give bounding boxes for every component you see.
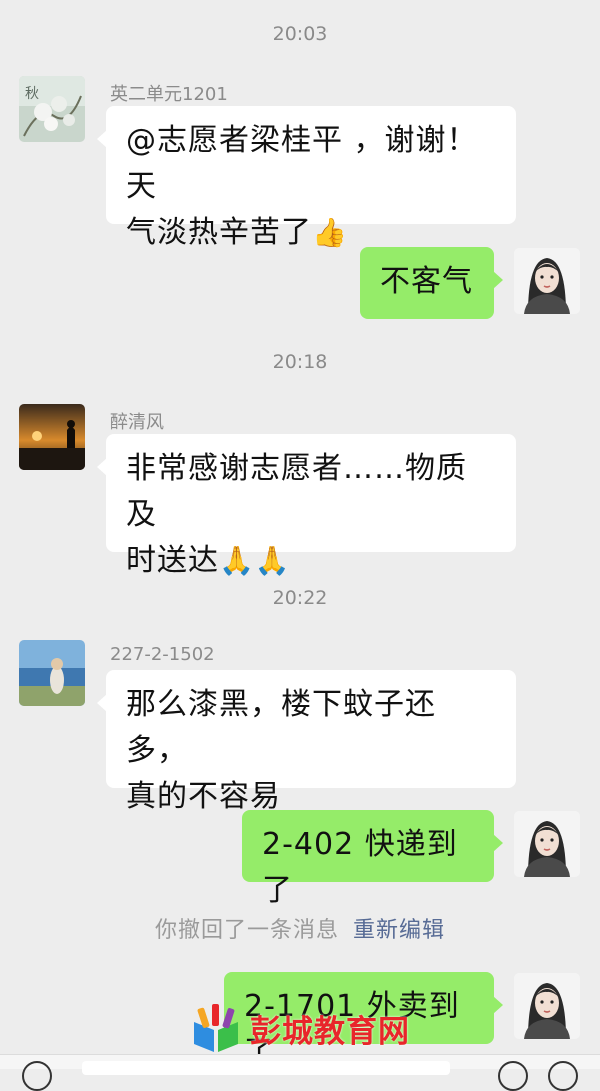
message-bubble-incoming[interactable]: @志愿者梁桂平 ，谢谢！天 气淡热辛苦了👍 bbox=[97, 106, 516, 250]
voice-icon[interactable] bbox=[22, 1061, 52, 1091]
recall-notice: 你撤回了一条消息 重新编辑 bbox=[0, 912, 600, 944]
sender-name: 英二单元1201 bbox=[110, 84, 228, 105]
message-input[interactable] bbox=[82, 1061, 450, 1075]
message-line: 非常感谢志愿者……物质及 bbox=[126, 451, 467, 532]
watermark-text: 彭城教育网 bbox=[250, 1013, 410, 1050]
message-line: 气淡热辛苦了 bbox=[126, 215, 312, 250]
folded-hands-icon: 🙏🙏 bbox=[219, 544, 291, 577]
book-logo-icon bbox=[194, 1004, 238, 1052]
watermark: 彭城教育网 bbox=[190, 1000, 410, 1056]
timestamp: 20:22 bbox=[272, 587, 328, 609]
thumbs-up-icon: 👍 bbox=[312, 216, 348, 249]
emoji-icon[interactable] bbox=[498, 1061, 528, 1091]
message-text: 2-402 快递到了 bbox=[262, 827, 458, 908]
message-text: 不客气 bbox=[380, 264, 473, 299]
seaside-avatar[interactable] bbox=[19, 640, 85, 706]
message-line: @志愿者梁桂平 ，谢谢！天 bbox=[126, 123, 478, 204]
plus-icon[interactable] bbox=[548, 1061, 578, 1091]
message-line: 那么漆黑，楼下蚊子还多， bbox=[126, 687, 436, 768]
message-bubble-incoming[interactable]: 那么漆黑，楼下蚊子还多， 真的不容易 bbox=[97, 670, 516, 814]
sender-name: 227-2-1502 bbox=[110, 644, 215, 665]
sender-name: 醉清风 bbox=[110, 412, 164, 433]
volunteer-avatar[interactable] bbox=[514, 811, 580, 877]
recall-text: 你撤回了一条消息 bbox=[154, 918, 339, 943]
sunset-avatar[interactable] bbox=[19, 404, 85, 470]
input-toolbar bbox=[0, 1054, 600, 1091]
timestamp: 20:18 bbox=[272, 351, 328, 373]
volunteer-avatar[interactable] bbox=[514, 248, 580, 314]
re-edit-link[interactable]: 重新编辑 bbox=[353, 918, 445, 943]
message-line: 时送达 bbox=[126, 543, 219, 578]
svg-text:秋: 秋 bbox=[25, 86, 39, 102]
timestamp: 20:03 bbox=[272, 23, 328, 45]
volunteer-avatar[interactable] bbox=[514, 973, 580, 1039]
message-bubble-outgoing[interactable]: 不客气 bbox=[360, 247, 503, 319]
message-bubble-incoming[interactable]: 非常感谢志愿者……物质及 时送达🙏🙏 bbox=[97, 434, 516, 578]
message-bubble-outgoing[interactable]: 2-402 快递到了 bbox=[242, 810, 503, 908]
flower-avatar[interactable]: 秋 bbox=[19, 76, 85, 142]
